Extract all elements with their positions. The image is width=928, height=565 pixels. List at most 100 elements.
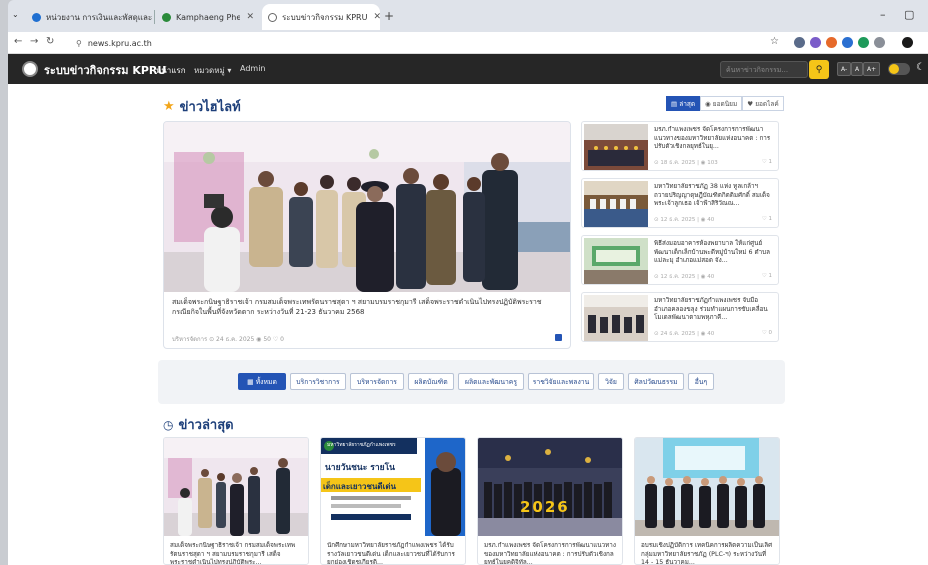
news-card[interactable]: อบรมเชิงปฏิบัติการ เทคนิคการผลิตความเป็น… (634, 437, 780, 565)
highlight-side-card[interactable]: พิธีส่งมอบอาคารห้องพยาบาล ให้แก่ศูนย์พัฒ… (581, 235, 779, 285)
page-content: ★ ข่าวไฮไลท์ ▤ ล่าสุด ◉ ยอดนิยม ♥ ยอดไลค… (8, 84, 928, 565)
moon-icon: ☾ (916, 62, 925, 73)
side-card-thumbnail (584, 181, 648, 227)
highlight-main-image (164, 122, 570, 292)
minimize-icon[interactable]: – (880, 8, 886, 21)
site-logo[interactable] (22, 61, 38, 77)
tab-search-icon[interactable]: ⌄ (12, 10, 19, 19)
url-text: news.kpru.ac.th (87, 38, 152, 48)
site-info-icon[interactable]: ⚲ (76, 39, 82, 48)
highlight-title: ข่าวไฮไลท์ (179, 100, 241, 115)
browser-tab-1[interactable]: หน่วยงาน การเงินและพัสดุและงานคลาง ✕ (26, 4, 152, 30)
nav-home[interactable]: หน้าแรก (156, 64, 186, 77)
grid-icon: ▦ (247, 377, 256, 386)
highlight-side-card[interactable]: มหาวิทยาลัยราชภัฏกำแพงเพชร จับมือ อำเภอค… (581, 292, 779, 342)
banner-year: 2026 (520, 498, 570, 516)
font-reset-button[interactable]: A (851, 62, 864, 76)
highlight-view-tabs: ▤ ล่าสุด ◉ ยอดนิยม ♥ ยอดไลค์ (666, 96, 784, 111)
side-card-thumbnail (584, 238, 648, 284)
category-button[interactable]: ราชวิจัยและพลงาน (528, 373, 594, 390)
highlight-heading: ★ ข่าวไฮไลท์ (163, 96, 241, 117)
reload-icon[interactable]: ↻ (46, 36, 54, 47)
url-field[interactable]: ⚲ news.kpru.ac.th (70, 35, 760, 51)
clock-icon: ◷ (163, 417, 174, 432)
news-card[interactable]: สมเด็จพระกนิษฐาธิราชเจ้า กรมสมเด็จพระเทพ… (163, 437, 309, 565)
tab-latest-label: ล่าสุด (679, 99, 696, 108)
browser-tab-3[interactable]: ระบบข่าวกิจกรรม KPRU ✕ (262, 4, 380, 30)
browser-tab-bar: ⌄ หน่วยงาน การเงินและพัสดุและงานคลาง ✕ K… (8, 0, 928, 32)
tab-latest[interactable]: ▤ ล่าสุด (666, 96, 701, 111)
tab-popular[interactable]: ◉ ยอดนิยม (700, 96, 743, 111)
extension-icon[interactable] (874, 37, 885, 48)
tab-title: หน่วยงาน การเงินและพัสดุและงานคลาง (46, 12, 152, 22)
side-card-title: มหาวิทยาลัยราชภัฏ 38 แห่ง ทูลเกล้าฯ ถวาย… (654, 183, 770, 207)
address-bar: ← → ↻ ⚲ news.kpru.ac.th ☆ (8, 32, 928, 54)
category-button[interactable]: บริหารจัดการ (350, 373, 404, 390)
latest-heading: ◷ ข่าวล่าสุด (163, 414, 234, 435)
new-tab-icon[interactable]: + (384, 9, 394, 23)
extension-icon[interactable] (826, 37, 837, 48)
tab-most-liked-label: ยอดไลค์ (755, 99, 779, 108)
theme-toggle[interactable] (888, 63, 910, 75)
close-icon[interactable]: ✕ (240, 12, 254, 22)
news-card-title: มรภ.กำแพงเพชร จัดโครงการการพัฒนาแนวทางขอ… (484, 542, 616, 565)
tab-title: ระบบข่าวกิจกรรม KPRU (282, 12, 368, 22)
highlight-main-text[interactable]: สมเด็จพระกนิษฐาธิราชเจ้า กรมสมเด็จพระเทพ… (172, 297, 564, 317)
maximize-icon[interactable]: ▢ (904, 8, 914, 21)
extension-icon[interactable] (858, 37, 869, 48)
side-card-title: มหาวิทยาลัยราชภัฏกำแพงเพชร จับมือ อำเภอค… (654, 297, 768, 321)
bookmark-star-icon[interactable]: ☆ (770, 36, 779, 47)
side-card-likes: ♡ 1 (761, 216, 772, 222)
highlight-side-card[interactable]: มรภ.กำแพงเพชร จัดโครงการการพัฒนาแนวทางขอ… (581, 121, 779, 171)
tab-most-liked[interactable]: ♥ ยอดไลค์ (742, 96, 784, 111)
forward-icon[interactable]: → (30, 36, 38, 47)
category-button[interactable]: อื่นๆ (688, 373, 714, 390)
tab-popular-label: ยอดนิยม (712, 99, 738, 108)
poster-name: นายวันชนะ รายโน (325, 463, 395, 473)
highlight-main-meta: บริหารจัดการ ⊙ 24 ธ.ค. 2025 ◉ 50 ♡ 0 (172, 336, 284, 343)
nav-categories[interactable]: หมวดหมู่ ▾ (194, 64, 231, 77)
side-card-meta: ⊙ 12 ธ.ค. 2025 | ◉ 40 (654, 274, 715, 280)
profile-avatar[interactable] (902, 37, 913, 48)
news-card[interactable]: มหาวิทยาลัยราชภัฏกำแพงเพชร นายวันชนะ ราย… (320, 437, 466, 565)
side-card-thumbnail (584, 124, 648, 170)
side-card-meta: ⊙ 24 ธ.ค. 2025 | ◉ 40 (654, 331, 715, 337)
back-icon[interactable]: ← (14, 36, 22, 47)
bookmark-icon[interactable] (555, 334, 562, 341)
category-all-button[interactable]: ▦ ทั้งหมด (238, 373, 286, 390)
news-card[interactable]: 2026 มรภ.กำแพงเพชร จัดโครงการการพัฒนาแนว… (477, 437, 623, 565)
star-icon: ★ (163, 99, 175, 114)
side-card-thumbnail (584, 295, 648, 341)
side-card-title: พิธีส่งมอบอาคารห้องพยาบาล ให้แก่ศูนย์พัฒ… (654, 240, 771, 264)
category-button[interactable]: ผลิตบัณฑิต (408, 373, 454, 390)
news-card-image (635, 438, 779, 536)
category-button[interactable]: ผลิตและพัฒนาครู (458, 373, 524, 390)
poster-award: เด็กและเยาวชนดีเด่น (323, 482, 397, 491)
browser-tab-2[interactable]: Kamphaeng Phet Rajabhat Uni... ✕ (156, 4, 260, 30)
close-icon[interactable]: ✕ (367, 12, 380, 22)
extension-icon[interactable] (810, 37, 821, 48)
search-input[interactable]: ค้นหาข่าวกิจกรรม... (720, 61, 808, 78)
side-card-meta: ⊙ 18 ธ.ค. 2025 | ◉ 103 (654, 160, 718, 166)
font-increase-button[interactable]: A+ (863, 62, 881, 76)
news-card-title: นักศึกษามหาวิทยาลัยราชภัฏกำแพงเพชร ได้รั… (327, 542, 455, 565)
highlight-side-card[interactable]: มหาวิทยาลัยราชภัฏ 38 แห่ง ทูลเกล้าฯ ถวาย… (581, 178, 779, 228)
category-button[interactable]: ศิลปวัฒนธรรม (628, 373, 684, 390)
extension-icon[interactable] (794, 37, 805, 48)
site-navbar: ระบบข่าวกิจกรรม KPRU หน้าแรก หมวดหมู่ ▾ … (8, 54, 928, 84)
side-card-likes: ♡ 1 (761, 159, 772, 165)
news-card-image (478, 438, 622, 536)
news-card-title: สมเด็จพระกนิษฐาธิราชเจ้า กรมสมเด็จพระเทพ… (170, 542, 296, 565)
tab-title: Kamphaeng Phet Rajabhat Uni... (176, 12, 241, 22)
category-button[interactable]: วิจัย (598, 373, 624, 390)
search-button[interactable]: ⚲ (809, 60, 829, 79)
highlight-main-card[interactable]: สมเด็จพระกนิษฐาธิราชเจ้า กรมสมเด็จพระเทพ… (163, 121, 571, 349)
site-brand[interactable]: ระบบข่าวกิจกรรม KPRU (44, 61, 166, 79)
side-card-likes: ♡ 1 (761, 273, 772, 279)
category-filter: ▦ ทั้งหมด บริการวิชาการ บริหารจัดการ ผลิ… (158, 360, 785, 404)
nav-admin[interactable]: Admin (240, 64, 266, 73)
extension-icon[interactable] (842, 37, 853, 48)
category-button[interactable]: บริการวิชาการ (290, 373, 346, 390)
category-all-label: ทั้งหมด (255, 378, 277, 386)
font-decrease-button[interactable]: A- (837, 62, 852, 76)
